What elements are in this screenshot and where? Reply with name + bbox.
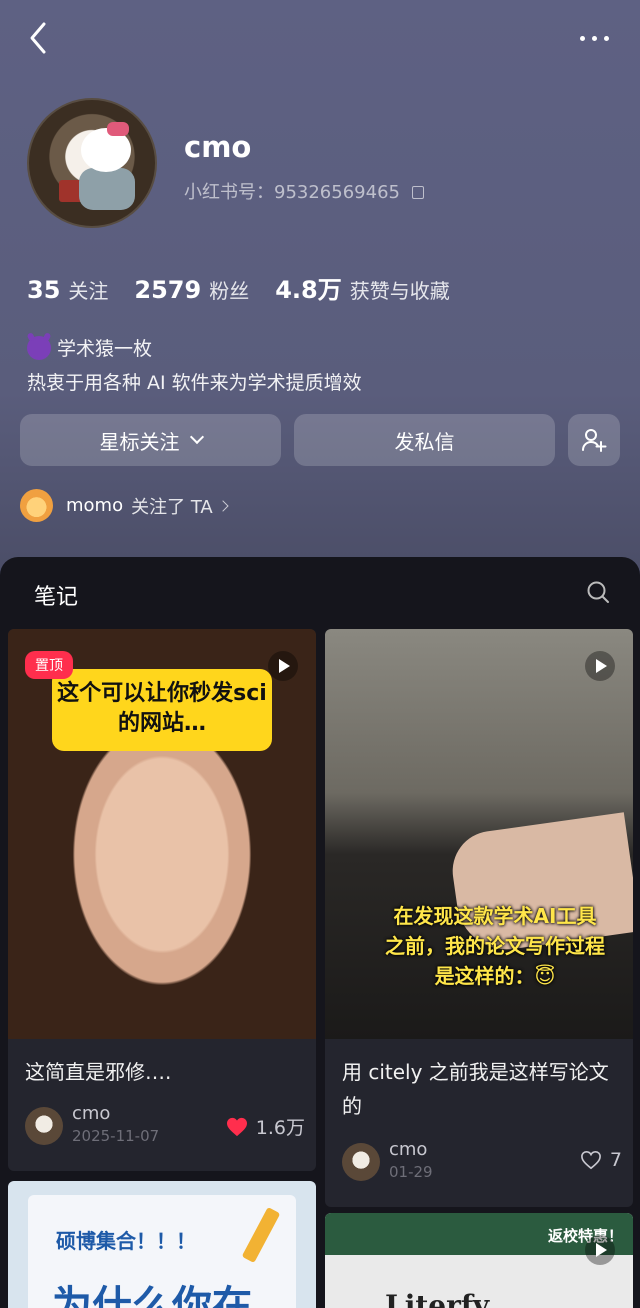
bio-line: 学术猿一枚 [57,338,153,360]
author-avatar [25,1107,63,1145]
note-card[interactable]: 这个可以让你秒发sci的网站… 置顶 这简直是邪修…. cmo 2025-11-… [8,629,316,1171]
like-count: 1.6万 [255,1117,305,1139]
profile-id[interactable]: 小红书号：95326569465 [184,178,424,204]
cover-caption: 硕博集合！！！ [56,1229,196,1253]
chevron-left-icon[interactable] [22,18,58,58]
add-friend-button[interactable] [568,414,620,466]
stat-label: 关注 [68,279,109,303]
add-user-icon [582,429,607,452]
stat-label: 粉丝 [209,279,250,303]
follower-name: momo [66,495,124,516]
tab-notes[interactable]: 笔记 [34,579,78,611]
video-play-icon [585,1235,615,1265]
chevron-down-icon [189,429,204,445]
action-buttons: 星标关注 发私信 [20,414,620,466]
cover-logo-text: Literfy [385,1289,490,1308]
star-follow-button[interactable]: 星标关注 [20,414,281,466]
note-card[interactable]: 在发现这款学术AI工具之前，我的论文写作过程是这样的：😇 用 citely 之前… [325,629,633,1207]
video-play-icon [268,651,298,681]
stat-likes[interactable]: 4.8万 获赞与收藏 [275,270,450,305]
stat-label: 获赞与收藏 [349,279,450,303]
followed-by-text: 关注了 TA [131,496,213,518]
note-card[interactable]: 返校特惠！ Literfy [325,1213,633,1308]
stat-following[interactable]: 35 关注 [27,275,108,304]
note-date: 2025-11-07 [72,1127,160,1145]
copy-icon[interactable] [411,186,424,199]
cover-caption: 在发现这款学术AI工具之前，我的论文写作过程是这样的：😇 [385,904,605,988]
stat-followers[interactable]: 2579 粉丝 [134,275,249,304]
note-meta: cmo 2025-11-07 1.6万 [25,1103,305,1147]
cover-caption-large: 为什么你在 [52,1283,252,1308]
followed-by-row[interactable]: momo 关注了 TA [20,489,229,522]
button-label: 发私信 [394,429,455,454]
note-title: 用 citely 之前我是这样写论文的 [342,1060,609,1118]
more-dots-icon[interactable] [580,30,616,46]
note-title: 这简直是邪修…. [25,1060,172,1084]
stat-value: 2579 [134,276,202,304]
note-cover-image: 返校特惠！ Literfy [325,1213,633,1308]
follower-avatar [20,489,53,522]
note-cover-image: 硕博集合！！！ 为什么你在 [8,1181,316,1308]
like-count: 7 [609,1149,622,1171]
pinned-badge: 置顶 [25,651,73,679]
avatar[interactable] [27,98,157,228]
like-button[interactable]: 7 [580,1149,622,1171]
profile-name: cmo [184,130,252,164]
note-meta: cmo 01-29 7 [342,1139,622,1183]
stat-value: 4.8万 [275,276,342,304]
button-label: 星标关注 [99,429,180,454]
bio-line: 热衷于用各种 AI 软件来为学术提质增效 [27,372,362,394]
profile-stats: 35 关注 2579 粉丝 4.8万 获赞与收藏 [27,270,450,305]
top-bar [0,0,640,80]
like-button[interactable]: 1.6万 [226,1113,305,1140]
note-card[interactable]: 硕博集合！！！ 为什么你在 [8,1181,316,1308]
heart-filled-icon [226,1117,247,1136]
profile-bio: 学术猿一枚 热衷于用各种 AI 软件来为学术提质增效 [27,332,362,400]
stat-value: 35 [27,276,61,304]
author-name: cmo [389,1139,428,1160]
author-name: cmo [72,1103,111,1124]
notes-panel: 笔记 这个可以让你秒发sci的网站… 置顶 这简直是邪修…. cmo 2025-… [0,557,640,1308]
profile-id-label: 小红书号：95326569465 [184,182,400,203]
search-icon[interactable] [586,580,610,604]
cover-caption: 这个可以让你秒发sci的网站… [52,669,272,751]
note-date: 01-29 [389,1163,433,1181]
author-avatar [342,1143,380,1181]
video-play-icon [585,651,615,681]
chevron-right-icon [217,499,229,512]
heart-outline-icon [580,1150,601,1170]
message-button[interactable]: 发私信 [294,414,555,466]
devil-emoji-icon [27,336,51,360]
